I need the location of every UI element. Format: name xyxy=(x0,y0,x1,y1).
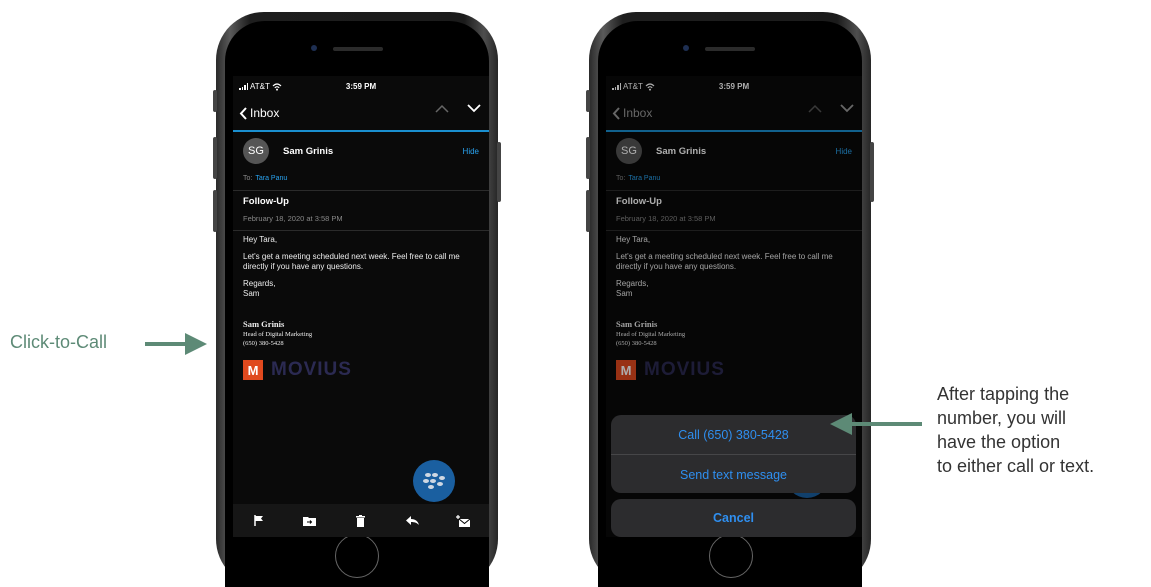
move-folder-icon[interactable] xyxy=(298,509,322,533)
cancel-button[interactable]: Cancel xyxy=(611,499,856,537)
earpiece-speaker xyxy=(705,47,755,51)
front-camera xyxy=(311,45,317,51)
front-camera xyxy=(683,45,689,51)
movius-logo: M MOVIUS xyxy=(243,359,352,381)
action-sheet: Call (650) 380-5428 Send text message xyxy=(611,415,856,493)
caption-line: have the option xyxy=(937,432,1061,452)
recipient-link[interactable]: Tara Panu xyxy=(255,175,287,182)
mail-screen-with-action-sheet: AT&T 3:59 PM Inbox SG Sam Grinis Hide To… xyxy=(606,76,862,537)
phone-left: AT&T 3:59 PM Inbox SG Sam Grinis Hide To… xyxy=(213,12,501,587)
caption-line: number, you will xyxy=(937,408,1067,428)
signature-name: Sam Grinis xyxy=(243,319,285,329)
mail-screen: AT&T 3:59 PM Inbox SG Sam Grinis Hide To… xyxy=(233,76,489,537)
to-line: To: Tara Panu xyxy=(243,175,287,182)
avatar: SG xyxy=(243,138,269,164)
compose-icon[interactable] xyxy=(451,509,475,533)
status-time: 3:59 PM xyxy=(345,82,377,91)
home-button[interactable] xyxy=(709,534,753,578)
sender-name: Sam Grinis xyxy=(283,146,334,157)
mail-nav-bar: Inbox xyxy=(233,98,489,132)
hide-details-button[interactable]: Hide xyxy=(463,147,479,156)
back-to-inbox-button[interactable]: Inbox xyxy=(239,106,279,120)
trash-icon[interactable] xyxy=(349,509,373,533)
mail-toolbar xyxy=(233,504,489,537)
blackberry-hub-button[interactable] xyxy=(413,460,455,502)
signature: Sam Grinis Head of Digital Marketing (65… xyxy=(243,320,312,348)
body-line: Let's get a meeting scheduled next week.… xyxy=(243,252,460,271)
movius-logo-mark: M xyxy=(243,360,263,380)
body-line: Hey Tara, xyxy=(243,235,278,244)
sender-row: SG Sam Grinis Hide xyxy=(243,138,479,164)
previous-message-icon[interactable] xyxy=(435,104,449,113)
caption-line: After tapping the xyxy=(937,384,1070,404)
status-bar: AT&T 3:59 PM xyxy=(233,76,489,98)
left-arrow-icon xyxy=(830,413,922,435)
body-line: Sam xyxy=(243,289,260,298)
phone-right: AT&T 3:59 PM Inbox SG Sam Grinis Hide To… xyxy=(586,12,874,587)
chevron-left-icon xyxy=(239,106,247,120)
blackberry-icon xyxy=(423,473,445,489)
email-subject: Follow-Up xyxy=(243,196,289,207)
click-to-call-caption: Click-to-Call xyxy=(10,332,108,352)
movius-logo-text: MOVIUS xyxy=(271,359,352,380)
email-body: Hey Tara, Let's get a meeting scheduled … xyxy=(243,235,479,306)
call-number-button[interactable]: Call (650) 380-5428 xyxy=(611,415,856,454)
action-sheet-caption: After tapping the number, you will have … xyxy=(937,382,1151,478)
signature-title: Head of Digital Marketing xyxy=(243,331,313,338)
next-message-icon[interactable] xyxy=(467,104,481,113)
back-label: Inbox xyxy=(250,106,280,120)
caption-line: to either call or text. xyxy=(937,456,1095,476)
signature-phone-link[interactable]: (650) 380-5428 xyxy=(243,340,284,347)
flag-icon[interactable] xyxy=(247,509,271,533)
right-arrow-icon xyxy=(145,333,207,355)
reply-icon[interactable] xyxy=(400,509,424,533)
body-line: Regards, xyxy=(243,279,276,288)
send-text-message-button[interactable]: Send text message xyxy=(611,455,856,493)
home-button[interactable] xyxy=(335,534,379,578)
email-date: February 18, 2020 at 3:58 PM xyxy=(243,214,343,223)
to-label: To: xyxy=(243,175,253,182)
earpiece-speaker xyxy=(333,47,383,51)
